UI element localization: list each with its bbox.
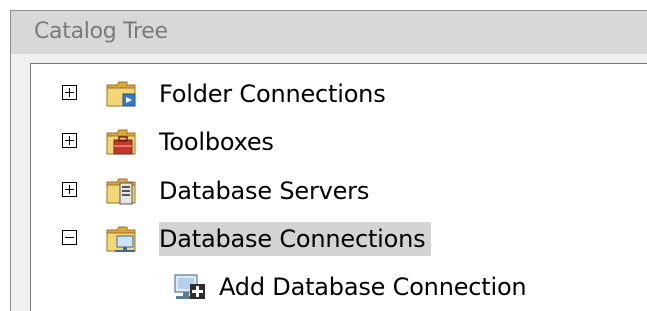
tree-item-label: Database Connections <box>159 222 432 256</box>
collapse-icon[interactable] <box>62 230 77 245</box>
database-servers-icon <box>106 178 136 205</box>
expand-icon[interactable] <box>62 85 77 100</box>
database-connections-icon <box>106 226 136 252</box>
tree-item-label: Folder Connections <box>159 80 386 108</box>
toolbox-icon <box>106 129 136 155</box>
add-database-connection-icon <box>174 274 205 299</box>
tree-item-label: Toolboxes <box>159 128 274 156</box>
panel-title: Catalog Tree <box>34 19 168 44</box>
folder-connections-icon <box>106 81 136 107</box>
tree-item-label: Database Servers <box>159 177 370 205</box>
tree-item-folder-connections[interactable]: Folder Connections <box>31 70 647 118</box>
catalog-tree-window: Catalog Tree Folder Connections Toolboxe… <box>10 10 647 311</box>
tree-item-add-database-connection[interactable]: Add Database Connection <box>31 263 647 311</box>
tree-item-database-servers[interactable]: Database Servers <box>31 167 647 215</box>
tree-item-toolboxes[interactable]: Toolboxes <box>31 118 647 166</box>
tree-item-label: Add Database Connection <box>219 273 527 301</box>
expand-icon[interactable] <box>62 133 77 148</box>
tree-item-database-connections[interactable]: Database Connections <box>31 215 647 263</box>
expand-icon[interactable] <box>62 182 77 197</box>
panel-titlebar[interactable]: Catalog Tree <box>11 11 647 54</box>
catalog-tree: Folder Connections Toolboxes Database Se… <box>30 63 647 311</box>
